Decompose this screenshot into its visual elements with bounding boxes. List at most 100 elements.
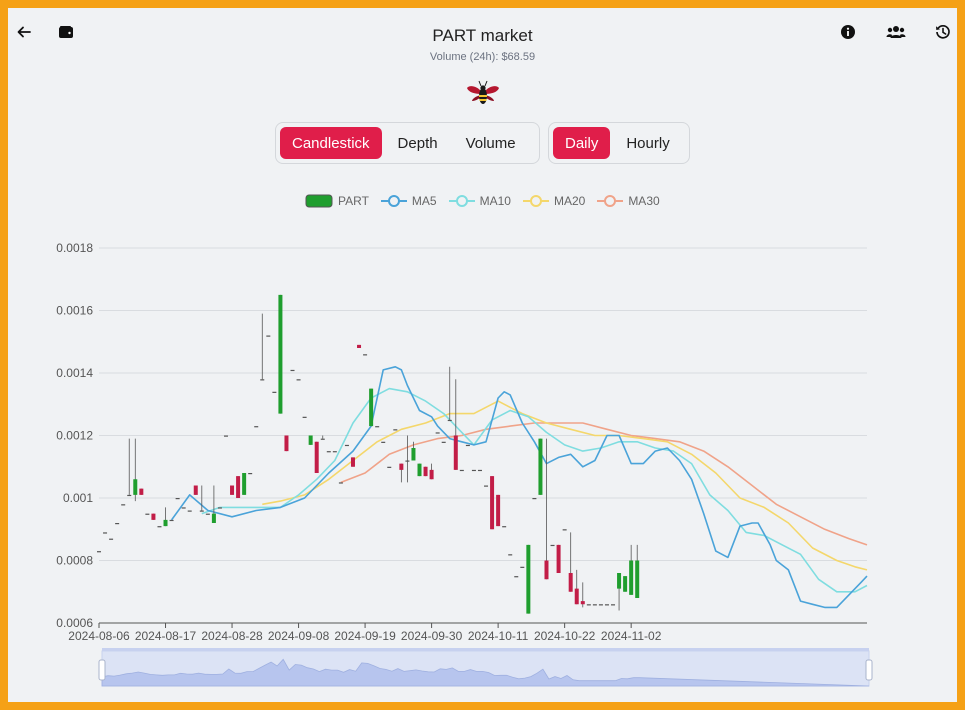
candle-body (308, 435, 313, 445)
candle-body (127, 494, 132, 497)
candle (302, 416, 307, 418)
candle-body (592, 604, 597, 606)
candle-body (223, 435, 228, 437)
candle-body (175, 498, 180, 500)
candle-body (248, 473, 253, 475)
candle-body (338, 482, 343, 484)
candle-body (157, 526, 162, 528)
candle-body (598, 604, 603, 606)
candle-body (381, 441, 386, 443)
candle-body (236, 476, 241, 498)
zoom-handle-left[interactable] (98, 659, 106, 681)
x-tick-label: 2024-08-28 (201, 629, 263, 643)
candle-body (411, 448, 416, 461)
candle-body (635, 560, 640, 598)
candle-body (544, 560, 549, 580)
candle (550, 544, 555, 547)
x-tick-label: 2024-08-06 (68, 629, 130, 643)
candle (369, 388, 374, 427)
candle-body (580, 601, 585, 605)
candle-body (490, 476, 495, 530)
candle-body (562, 529, 567, 531)
candle (338, 482, 343, 484)
candle-body (538, 438, 543, 495)
candle-body (242, 473, 247, 495)
candle (103, 532, 108, 534)
candle (459, 469, 464, 472)
candle-body (387, 466, 392, 468)
candle-body (508, 554, 513, 556)
x-tick-label: 2024-10-22 (534, 629, 596, 643)
candle-body (435, 432, 440, 434)
x-tick-label: 2024-10-11 (468, 629, 529, 643)
candle-body (133, 479, 138, 495)
candle-body (441, 441, 446, 443)
candle (151, 513, 156, 520)
candle (175, 498, 180, 500)
candle (169, 519, 174, 522)
zoom-handle-right[interactable] (865, 659, 873, 681)
candle (604, 604, 609, 606)
candle (538, 438, 543, 495)
candle-body (484, 485, 489, 487)
candle-body (193, 485, 198, 495)
candle (496, 494, 501, 527)
candle (514, 576, 519, 578)
candle-body (447, 419, 452, 422)
candle (163, 507, 168, 527)
candle (520, 566, 525, 568)
candle (556, 544, 561, 573)
candle (502, 526, 507, 528)
candle (314, 441, 319, 473)
candle-body (363, 354, 368, 356)
candle-body (254, 426, 259, 428)
candle (357, 344, 362, 348)
candle (635, 544, 640, 598)
candle-body (332, 451, 337, 453)
candle-body (302, 416, 307, 418)
candle (121, 504, 126, 506)
candle (405, 435, 410, 483)
candle-body (429, 469, 434, 480)
x-tick-label: 2024-09-19 (334, 629, 396, 643)
candle (617, 573, 622, 611)
candle (248, 473, 253, 475)
candle-body (145, 513, 150, 515)
candlestick-chart[interactable]: 0.0006 0.0008 0.001 0.0012 0.0014 0.0016 0.001… (8, 8, 957, 702)
candle (278, 294, 283, 414)
candle-body (611, 604, 616, 606)
candle-body (375, 426, 380, 428)
candle (532, 498, 537, 500)
candle (344, 444, 349, 447)
candle-body (617, 573, 622, 589)
candle (332, 451, 337, 453)
candle (350, 457, 355, 467)
candle (574, 569, 579, 605)
candle (580, 582, 585, 608)
ma5-line (170, 366, 868, 609)
candle (308, 435, 313, 445)
candle (187, 510, 192, 512)
candle-body (272, 391, 277, 393)
candle (296, 379, 301, 381)
candle-body (326, 451, 331, 453)
candle (217, 507, 222, 509)
candle (211, 485, 216, 523)
candle (272, 391, 277, 393)
candle-body (211, 513, 216, 523)
y-tick-label: 0.0008 (56, 554, 93, 568)
candle-body (357, 344, 362, 348)
candle (465, 444, 470, 447)
x-tick-label: 2024-09-08 (268, 629, 330, 643)
candle (387, 466, 392, 468)
candle-body (320, 438, 325, 440)
candle (363, 354, 368, 356)
candle-body (477, 469, 482, 472)
candle (611, 604, 616, 606)
candle (592, 604, 597, 606)
candle-body (623, 576, 628, 592)
candle (417, 463, 422, 477)
candle (181, 507, 186, 509)
x-tick-label: 2024-09-30 (401, 629, 463, 643)
candle (115, 523, 120, 525)
